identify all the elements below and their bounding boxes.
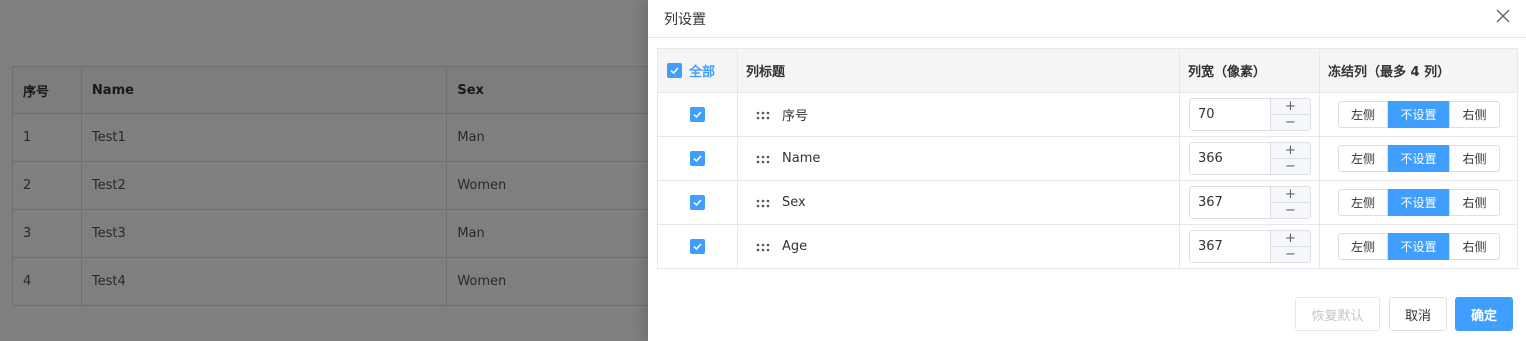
decrement-button[interactable]: − [1271,115,1310,130]
width-stepper: +− [1189,186,1311,219]
config-row: Age +− 左侧不设置右侧 [657,224,1518,269]
row-freeze-cell: 左侧 不设置 右侧 [1319,92,1518,137]
freeze-none-button[interactable]: 不设置 [1388,145,1449,172]
cancel-button[interactable]: 取消 [1389,297,1447,331]
row-width-cell: +− [1179,92,1320,137]
freeze-left-button[interactable]: 左侧 [1338,233,1388,260]
width-input[interactable] [1190,231,1270,262]
column-title-text: 序号 [782,109,809,124]
decrement-button[interactable]: − [1271,159,1310,174]
freeze-segmented-control: 左侧 不设置 右侧 [1338,101,1509,128]
row-visible-checkbox[interactable] [690,107,705,122]
decrement-button[interactable]: − [1271,203,1310,218]
row-visible-checkbox[interactable] [690,239,705,254]
freeze-left-button[interactable]: 左侧 [1338,101,1388,128]
freeze-segmented-control: 左侧 不设置 右侧 [1338,189,1509,216]
drawer-header: 列设置 [648,0,1526,38]
select-all-checkbox[interactable] [667,63,682,78]
freeze-segmented-control: 左侧 不设置 右侧 [1338,145,1509,172]
width-input[interactable] [1190,143,1270,174]
freeze-none-button[interactable]: 不设置 [1388,189,1449,216]
row-checkbox-cell [657,224,738,269]
row-freeze-cell: 左侧 不设置 右侧 [1319,224,1518,269]
row-title-cell: Age [737,224,1180,269]
freeze-none-button[interactable]: 不设置 [1388,101,1449,128]
config-row: Name +− 左侧不设置右侧 [657,136,1518,181]
column-title-text: Age [782,239,808,254]
row-title-cell: Sex [737,180,1180,225]
drag-handle-icon[interactable] [756,154,770,164]
row-width-cell: +− [1179,136,1320,181]
width-input[interactable] [1190,187,1270,218]
row-title-cell: 序号 [737,92,1180,137]
row-freeze-cell: 左侧 不设置 右侧 [1319,136,1518,181]
row-width-cell: +− [1179,224,1320,269]
reset-default-button[interactable]: 恢复默认 [1295,297,1380,331]
drag-handle-icon[interactable] [756,110,770,120]
drag-handle-icon[interactable] [756,242,770,252]
freeze-right-button[interactable]: 右侧 [1449,233,1500,260]
column-title-header: 列标题 [737,48,1180,93]
width-stepper: +− [1189,142,1311,175]
column-title-text: Sex [782,195,806,210]
increment-button[interactable]: + [1271,99,1310,115]
select-all-header: 全部 [657,48,738,93]
width-stepper: +− [1189,98,1311,131]
config-row: 序号 +− 左侧不设置右侧 [657,92,1518,137]
freeze-left-button[interactable]: 左侧 [1338,189,1388,216]
width-stepper: +− [1189,230,1311,263]
row-width-cell: +− [1179,180,1320,225]
row-freeze-cell: 左侧 不设置 右侧 [1319,180,1518,225]
increment-button[interactable]: + [1271,143,1310,159]
drawer-title: 列设置 [664,12,706,28]
increment-button[interactable]: + [1271,187,1310,203]
increment-button[interactable]: + [1271,231,1310,247]
row-title-cell: Name [737,136,1180,181]
row-checkbox-cell [657,180,738,225]
freeze-right-button[interactable]: 右侧 [1449,145,1500,172]
column-title-text: Name [782,151,821,166]
drag-handle-icon[interactable] [756,198,770,208]
row-checkbox-cell [657,92,738,137]
select-all-label[interactable]: 全部 [689,61,715,80]
width-input[interactable] [1190,99,1270,130]
close-icon[interactable] [1494,7,1512,25]
freeze-left-button[interactable]: 左侧 [1338,145,1388,172]
confirm-button[interactable]: 确定 [1455,297,1513,331]
freeze-segmented-control: 左侧 不设置 右侧 [1338,233,1509,260]
decrement-button[interactable]: − [1271,247,1310,262]
row-visible-checkbox[interactable] [690,195,705,210]
column-width-header: 列宽（像素） [1179,48,1320,93]
row-visible-checkbox[interactable] [690,151,705,166]
row-checkbox-cell [657,136,738,181]
freeze-right-button[interactable]: 右侧 [1449,189,1500,216]
column-settings-drawer: 列设置 全部 列标题 列宽（像素） 冻结列（最多 4 列） 序号 70 + − … [648,0,1526,341]
freeze-right-button[interactable]: 右侧 [1449,101,1500,128]
config-header-row: 全部 列标题 列宽（像素） 冻结列（最多 4 列） [657,48,1518,93]
freeze-none-button[interactable]: 不设置 [1388,233,1449,260]
freeze-column-header: 冻结列（最多 4 列） [1319,48,1518,93]
config-row: Sex +− 左侧不设置右侧 [657,180,1518,225]
column-config-table: 全部 列标题 列宽（像素） 冻结列（最多 4 列） 序号+−左侧不设置右侧Nam… [657,48,1518,269]
